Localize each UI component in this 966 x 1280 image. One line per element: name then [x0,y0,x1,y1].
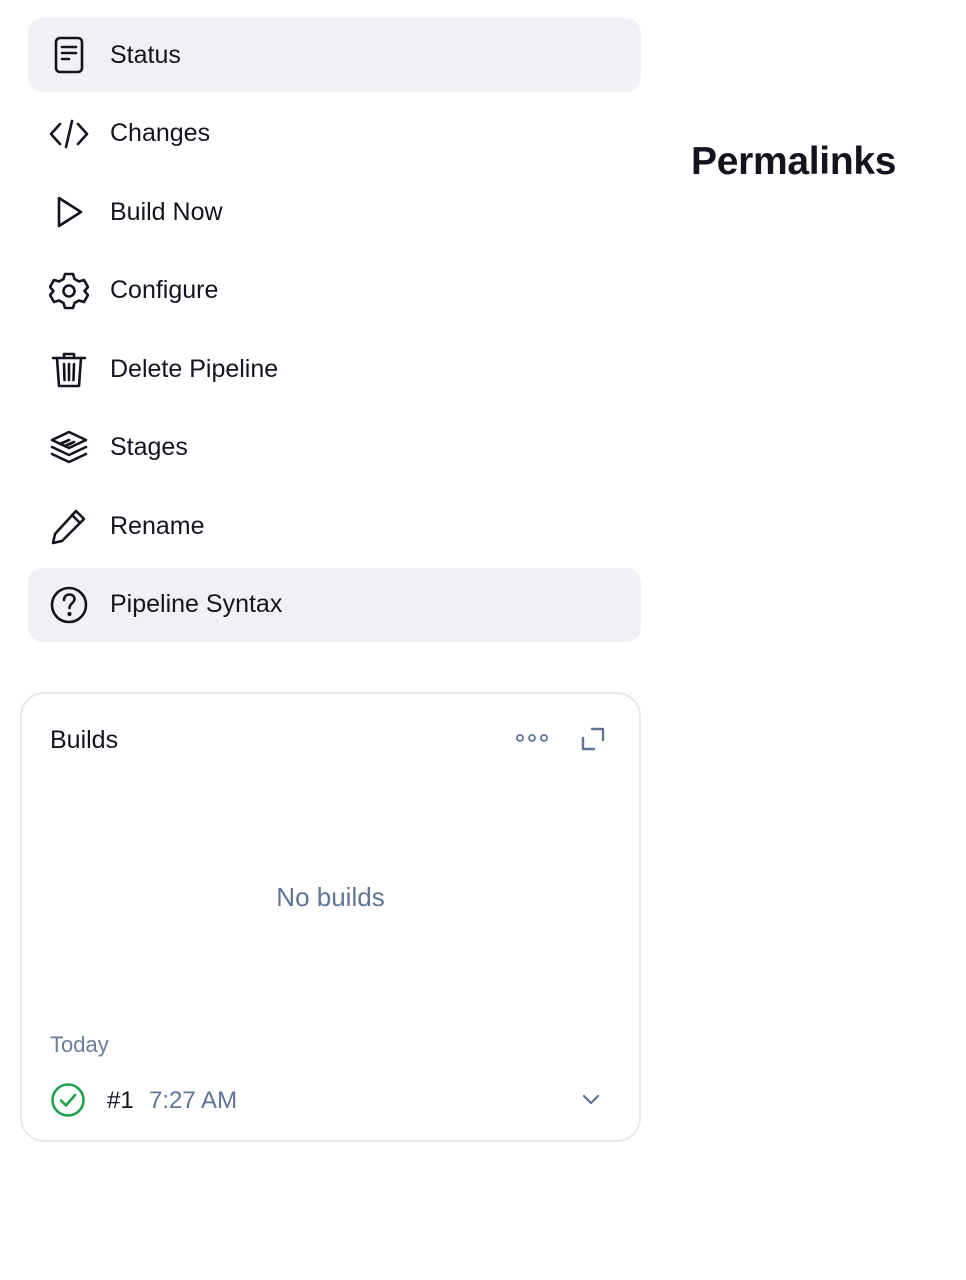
build-time: 7:27 AM [149,1087,238,1114]
play-icon [49,192,89,232]
sidebar-item-configure[interactable]: Configure [28,254,641,328]
builds-title: Builds [50,726,119,754]
build-row[interactable]: #1 7:27 AM [50,1082,610,1118]
build-number-link[interactable]: #1 [107,1087,134,1115]
sidebar-item-stages[interactable]: Stages [28,411,641,485]
sidebar-item-label: Configure [110,276,219,304]
sidebar-item-status[interactable]: Status [28,18,641,92]
sidebar-item-label: Rename [110,511,205,540]
document-icon [49,35,89,75]
sidebar-item-label: Pipeline Syntax [110,590,283,618]
layers-icon [49,428,89,468]
sidebar-item-label: Build Now [110,197,223,226]
build-group-day-label: Today [50,1032,109,1057]
sidebar-tasks: Status Changes Build Now Configure Delet… [28,18,641,646]
sidebar-item-delete-pipeline[interactable]: Delete Pipeline [28,332,641,406]
pencil-icon [49,506,89,546]
gear-icon [49,271,89,311]
sidebar-item-label: Changes [110,119,211,147]
chevron-down-icon[interactable] [580,1088,602,1110]
sidebar-item-pipeline-syntax[interactable]: Pipeline Syntax [28,567,641,642]
more-options-icon[interactable] [515,730,549,746]
code-icon [49,114,89,154]
page-heading-permalinks: Permalinks [691,140,897,183]
sidebar-item-label: Status [110,40,181,69]
sidebar-item-label: Stages [110,433,188,461]
empty-state-text: No builds [276,882,385,912]
check-circle-icon [50,1082,86,1118]
builds-panel: Builds No builds Today #1 7:27 AM [20,692,641,1142]
sidebar-item-label: Delete Pipeline [110,354,279,383]
sidebar-item-build-now[interactable]: Build Now [28,175,641,249]
help-circle-icon [49,585,89,625]
sidebar-item-changes[interactable]: Changes [28,97,641,171]
trash-icon [49,349,89,389]
expand-icon[interactable] [580,726,606,752]
sidebar-item-rename[interactable]: Rename [28,489,641,563]
